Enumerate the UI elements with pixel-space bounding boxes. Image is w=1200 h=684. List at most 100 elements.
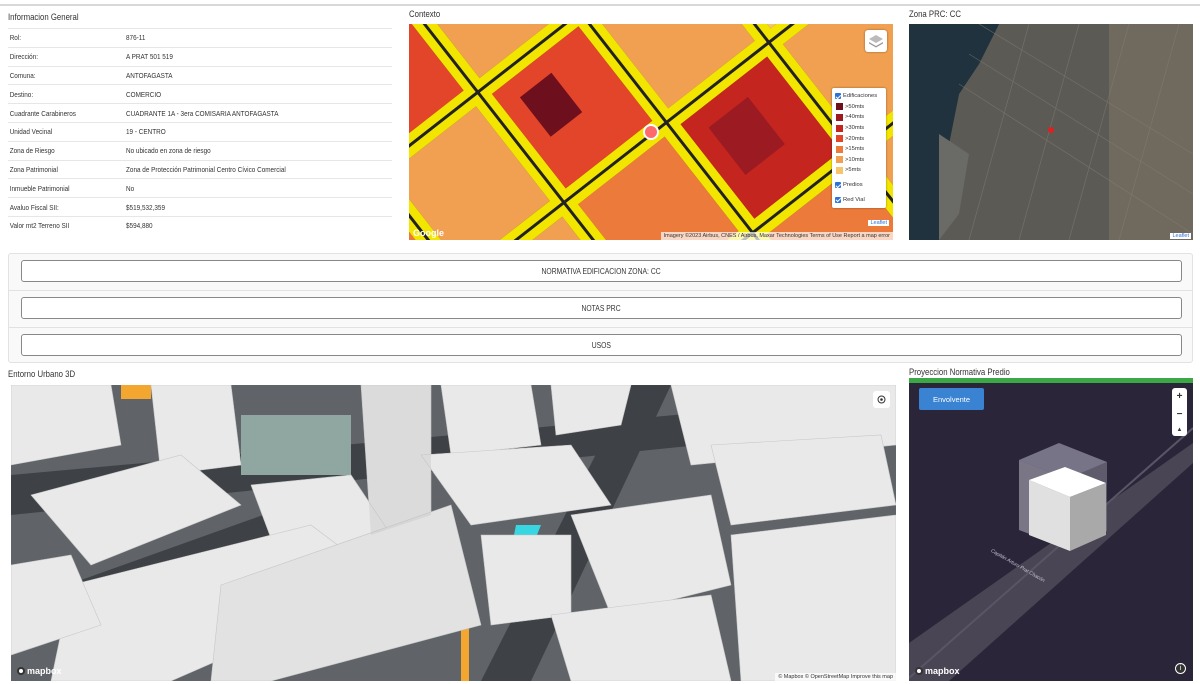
info-row-value: ANTOFAGASTA xyxy=(126,70,173,80)
mapbox-logo[interactable]: mapbox xyxy=(915,666,960,676)
info-row-value: $594,880 xyxy=(126,221,153,231)
legend-swatch xyxy=(836,156,843,164)
accordion-divider xyxy=(9,327,1192,328)
zona-title: Zona PRC: CC xyxy=(909,9,961,20)
info-title: Informacion General xyxy=(8,12,79,23)
info-row: Destino: COMERCIO xyxy=(8,84,392,103)
info-table: Rol: 876-11 Dirección: A PRAT 501 519 Comuna… xyxy=(8,28,392,235)
entorno-attribution[interactable]: © Mapbox © OpenStreetMap Improve this ma… xyxy=(775,673,896,681)
legend-predios-toggle-label: Predios xyxy=(843,182,863,189)
zoom-in-button[interactable]: + xyxy=(1177,391,1183,402)
legend-item: >15mts xyxy=(835,144,883,155)
geolocate-icon xyxy=(877,395,886,404)
proyeccion-canvas xyxy=(909,383,1193,681)
legend-swatch xyxy=(836,145,843,153)
info-row-value: A PRAT 501 519 xyxy=(126,52,173,62)
zoom-control: + − ▲ xyxy=(1172,388,1187,436)
mapbox-logo-text: mapbox xyxy=(925,666,960,676)
accordion-divider xyxy=(9,290,1192,291)
info-row-label: Avaluo Fiscal SII: xyxy=(9,202,59,212)
legend-item-label: >20mts xyxy=(845,135,865,142)
info-row: Rol: 876-11 xyxy=(8,28,392,47)
google-logo: Google xyxy=(413,228,444,238)
usos-button[interactable]: USOS xyxy=(21,334,1182,356)
info-row: Cuadrante Carabineros CUADRANTE 1A - 3era… xyxy=(8,103,392,122)
info-row: Valor mt2 Terreno SII $594,880 xyxy=(8,215,392,235)
legend-edificaciones-toggle-label: Edificaciones xyxy=(843,93,878,100)
checkbox-icon[interactable] xyxy=(835,93,841,100)
contexto-title: Contexto xyxy=(409,9,441,20)
legend-item: >20mts xyxy=(835,133,883,144)
info-row-label: Zona Patrimonial xyxy=(9,164,58,174)
top-bar xyxy=(0,0,1200,6)
info-row-label: Cuadrante Carabineros xyxy=(9,108,76,118)
envolvente-button[interactable]: Envolvente xyxy=(919,388,984,410)
info-row: Avaluo Fiscal SII: $519,532,359 xyxy=(8,197,392,216)
info-row-value: CUADRANTE 1A - 3era COMISARIA ANTOFAGAST… xyxy=(126,108,279,118)
info-row-value: $519,532,359 xyxy=(126,202,166,212)
zona-leaflet-link[interactable]: Leaflet xyxy=(1170,233,1191,239)
contexto-map-canvas xyxy=(409,24,893,240)
checkbox-icon[interactable] xyxy=(835,196,841,203)
notas-prc-button[interactable]: NOTAS PRC xyxy=(21,297,1182,319)
legend-red-vial-toggle[interactable]: Red Vial xyxy=(835,194,883,205)
map-legend: Edificaciones >50mts >40mts >30mts >20mts >15… xyxy=(832,88,886,208)
info-row-value: Zona de Protección Patrimonial Centro Cí… xyxy=(126,164,286,174)
info-row-label: Unidad Vecinal xyxy=(9,127,53,137)
legend-predios-toggle[interactable]: Predios xyxy=(835,180,883,191)
compass-icon[interactable]: ▲ xyxy=(1177,427,1183,433)
info-row: Zona Patrimonial Zona de Protección Patri… xyxy=(8,159,392,179)
legend-swatch xyxy=(836,103,843,111)
legend-item: >50mts xyxy=(835,102,883,113)
legend-item-label: >5mts xyxy=(845,167,861,174)
leaflet-link[interactable]: Leaflet xyxy=(868,220,889,226)
proyeccion-title: Proyeccion Normativa Predio xyxy=(909,367,1010,378)
legend-swatch xyxy=(836,124,843,132)
mapbox-logo-text: mapbox xyxy=(27,666,62,676)
legend-item: >10mts xyxy=(835,155,883,166)
legend-item-label: >10mts xyxy=(845,156,865,163)
entorno-3d-map[interactable]: mapbox © Mapbox © OpenStreetMap Improve … xyxy=(11,385,896,681)
info-icon[interactable]: i xyxy=(1175,663,1186,674)
info-row: Comuna: ANTOFAGASTA xyxy=(8,65,392,85)
legend-item: >30mts xyxy=(835,123,883,134)
info-row-value: 876-11 xyxy=(126,33,146,43)
info-row-label: Rol: xyxy=(9,33,22,43)
info-row: Zona de Riesgo No ubicado en zona de ries… xyxy=(8,140,392,160)
info-row-label: Inmueble Patrimonial xyxy=(9,183,70,193)
legend-edificaciones-toggle[interactable]: Edificaciones xyxy=(835,91,883,102)
info-row-value: COMERCIO xyxy=(126,89,162,99)
normativa-label: NORMATIVA EDIFICACION ZONA: CC xyxy=(541,266,662,276)
legend-item-label: >40mts xyxy=(845,114,865,121)
zoom-out-button[interactable]: − xyxy=(1177,409,1183,420)
legend-item: >40mts xyxy=(835,112,883,123)
mapbox-icon xyxy=(915,667,923,675)
legend-item-label: >30mts xyxy=(845,125,865,132)
legend-item: >5mts xyxy=(835,165,883,176)
info-row-value: 19 - CENTRO xyxy=(126,127,166,137)
geolocate-button[interactable] xyxy=(873,391,890,408)
legend-item-label: >50mts xyxy=(845,103,865,110)
notas-prc-label: NOTAS PRC xyxy=(581,303,622,313)
entorno-3d-canvas xyxy=(11,385,896,681)
contexto-attribution[interactable]: Imagery ©2023 Airbus, CNES / Airbus, Max… xyxy=(660,232,893,240)
entorno-title: Entorno Urbano 3D xyxy=(8,369,76,380)
zona-map-canvas xyxy=(909,24,1193,240)
contexto-map[interactable]: Edificaciones >50mts >40mts >30mts >20mts >15… xyxy=(409,24,893,240)
zona-map[interactable]: Leaflet xyxy=(909,24,1193,240)
legend-item-label: >15mts xyxy=(845,146,865,153)
info-row: Inmueble Patrimonial No xyxy=(8,178,392,197)
info-row-value: No xyxy=(126,183,135,193)
info-row: Dirección: A PRAT 501 519 xyxy=(8,46,392,66)
legend-swatch xyxy=(836,166,843,174)
proyeccion-map[interactable]: Capitán Arturo Prat Chacón Envolvente + … xyxy=(909,383,1193,681)
checkbox-icon[interactable] xyxy=(835,182,841,189)
info-row-label: Destino: xyxy=(9,89,34,99)
info-row-value: No ubicado en zona de riesgo xyxy=(126,146,211,156)
layers-control-button[interactable] xyxy=(865,30,887,52)
mapbox-logo[interactable]: mapbox xyxy=(17,666,62,676)
legend-red-vial-toggle-label: Red Vial xyxy=(843,196,865,203)
info-row-label: Dirección: xyxy=(9,52,39,62)
normativa-button[interactable]: NORMATIVA EDIFICACION ZONA: CC xyxy=(21,260,1182,282)
info-row-label: Comuna: xyxy=(9,70,36,80)
